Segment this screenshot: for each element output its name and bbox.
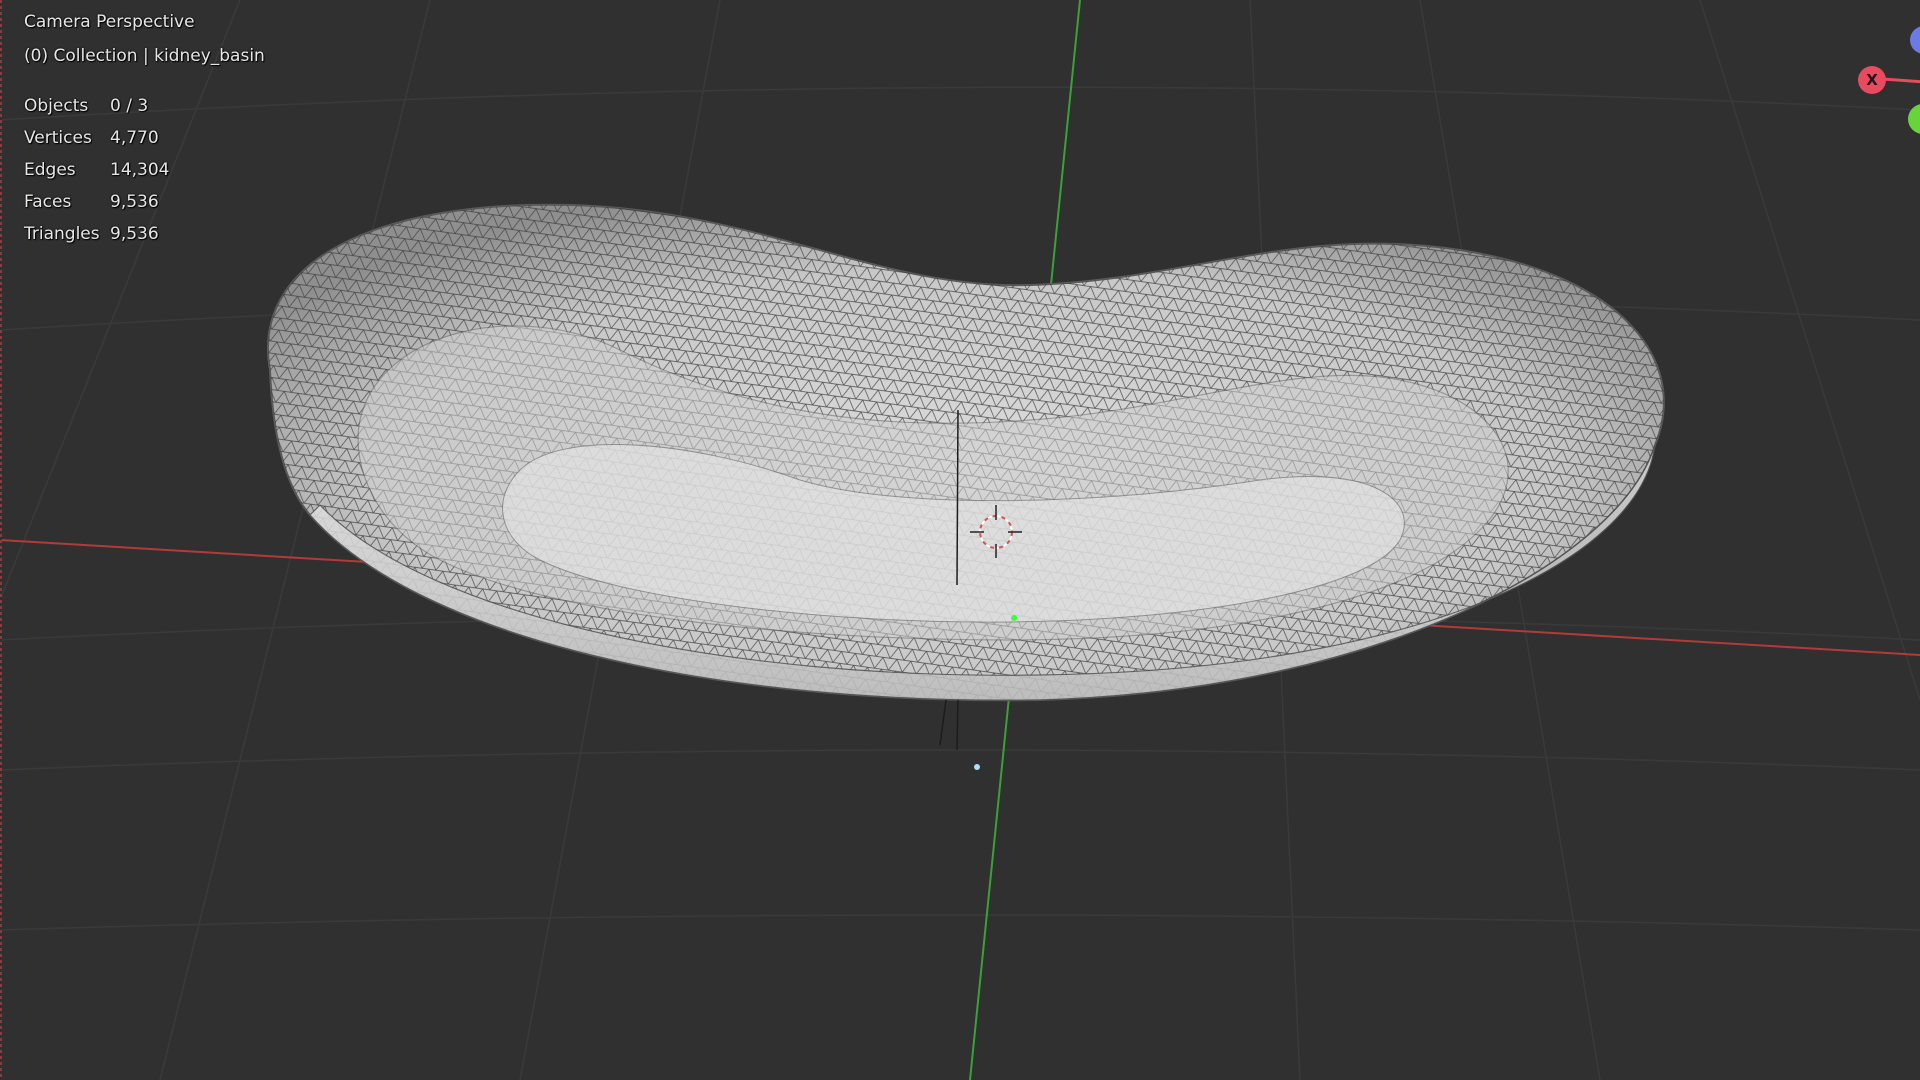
stat-label: Edges (24, 160, 76, 180)
stat-value: 9,536 (110, 224, 159, 244)
stat-value: 0 / 3 (110, 96, 149, 116)
origin-point (1011, 615, 1017, 621)
gizmo-x-axis[interactable]: X (1858, 66, 1886, 94)
stat-label: Vertices (24, 128, 92, 148)
view-name-label: Camera Perspective (24, 12, 195, 32)
viewport-scene[interactable] (0, 0, 1920, 1080)
stat-label: Faces (24, 192, 72, 212)
gizmo-y-axis[interactable] (1908, 104, 1920, 134)
stat-value: 9,536 (110, 192, 159, 212)
navigation-gizmo[interactable]: X (1840, 20, 1920, 140)
gizmo-x-axis-line (1883, 77, 1920, 84)
stat-value: 14,304 (110, 160, 170, 180)
light-point[interactable] (974, 764, 980, 770)
stat-label: Triangles (24, 224, 100, 244)
gizmo-z-axis[interactable] (1910, 26, 1920, 54)
stat-label: Objects (24, 96, 89, 116)
kidney-basin-mesh[interactable] (240, 190, 1690, 720)
collection-label: (0) Collection | kidney_basin (24, 46, 265, 66)
viewport-edge (0, 0, 2, 1080)
stat-value: 4,770 (110, 128, 159, 148)
3d-viewport[interactable]: Camera Perspective (0) Collection | kidn… (0, 0, 1920, 1080)
